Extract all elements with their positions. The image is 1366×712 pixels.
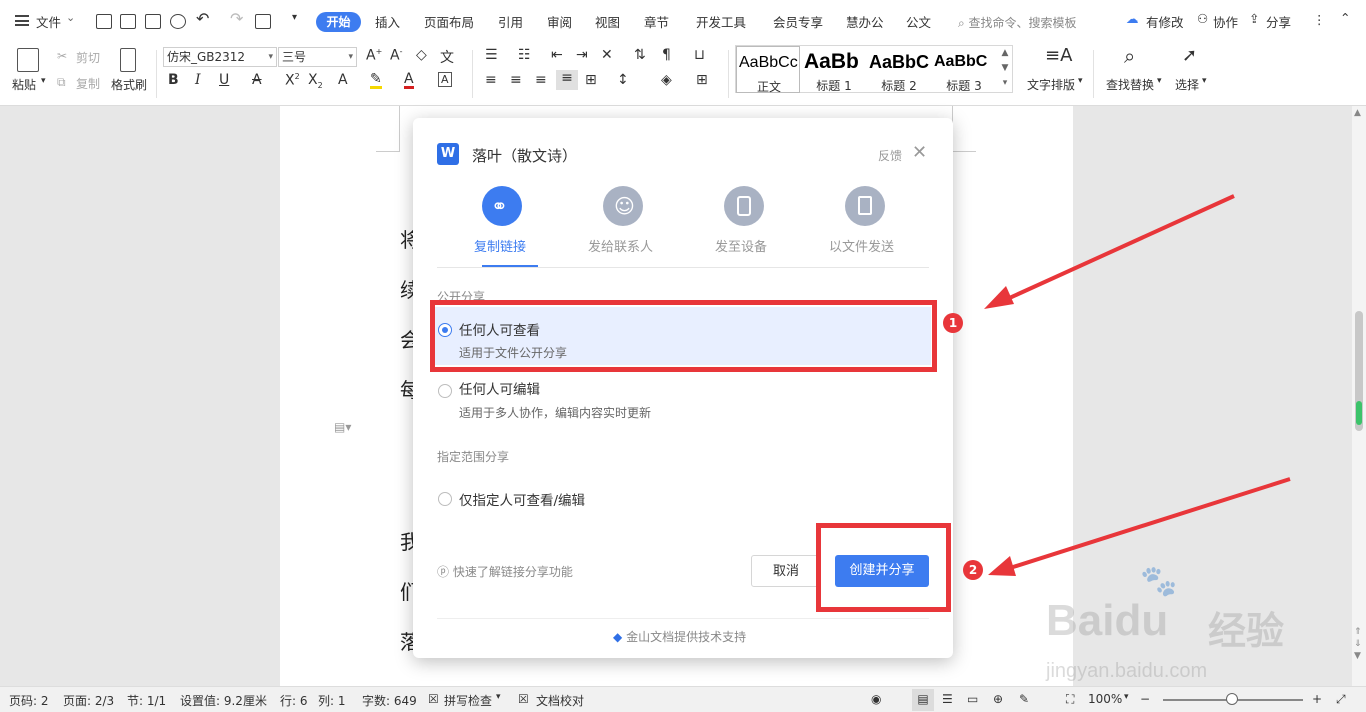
watermark-url: jingyan.baidu.com (1046, 660, 1208, 682)
paw-logo-icon: 🐾 (1140, 564, 1178, 599)
baidu-watermark: 🐾 Baidu 经验 jingyan.baidu.com (1040, 560, 1340, 690)
annotation-arrow-1 (984, 194, 1235, 309)
watermark-brand: Baidu (1046, 596, 1169, 645)
watermark-brand-cn: 经验 (1208, 609, 1285, 653)
